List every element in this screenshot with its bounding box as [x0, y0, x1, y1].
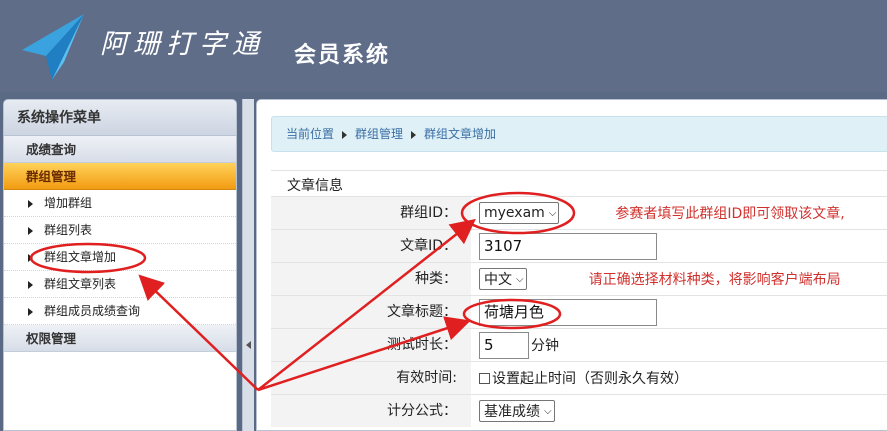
valid-time-row: 有效时间: 设置起止时间（否则永久有效） — [271, 361, 887, 394]
sidebar-group-permission-management[interactable]: 权限管理 — [4, 325, 236, 352]
group-id-hint: 参赛者填写此群组ID即可领取该文章, — [615, 206, 845, 222]
title-row: 文章标题： 荷塘月色 — [271, 295, 887, 328]
triangle-right-icon — [28, 281, 33, 289]
triangle-right-icon — [28, 200, 33, 208]
valid-time-checkbox-label[interactable]: 设置起止时间（否则永久有效） — [492, 368, 688, 388]
scoring-select[interactable]: 基准成绩 ⌵ — [479, 400, 555, 422]
category-label: 种类： — [271, 263, 471, 295]
collapse-left-icon — [246, 341, 251, 349]
article-id-input[interactable]: 3107 — [479, 232, 657, 260]
category-row: 种类： 中文 ⌵ 请正确选择材料种类，将影响客户端布局 — [271, 262, 887, 295]
article-id-label: 文章ID： — [271, 230, 471, 262]
sidebar-group-score-query[interactable]: 成绩查询 — [4, 136, 236, 163]
group-id-select[interactable]: myexam ⌵ — [479, 202, 560, 224]
sidebar-item-label: 群组文章列表 — [44, 277, 117, 291]
scoring-label: 计分公式： — [271, 395, 471, 427]
valid-time-checkbox[interactable] — [479, 372, 490, 384]
scoring-value: 基准成绩 — [484, 404, 540, 420]
sidebar-item-group-list[interactable]: 群组列表 — [4, 217, 236, 244]
app-header: 阿珊打字通 会员系统 — [0, 0, 887, 92]
sidebar-item-group-article-list[interactable]: 群组文章列表 — [4, 271, 236, 298]
group-id-value: myexam — [484, 205, 545, 221]
category-hint: 请正确选择材料种类，将影响客户端布局 — [588, 272, 841, 288]
chevron-down-icon: ⌵ — [544, 405, 552, 417]
breadcrumb-separator-icon — [411, 130, 417, 139]
title-label: 文章标题： — [271, 296, 471, 328]
sidebar-item-add-group[interactable]: 增加群组 — [4, 190, 236, 217]
group-id-row: 群组ID： myexam ⌵ 参赛者填写此群组ID即可领取该文章, — [271, 196, 887, 229]
sidebar-menu: 系统操作菜单 成绩查询 群组管理 增加群组 群组列表 群组文章增加 群组文章列表… — [3, 99, 237, 431]
sidebar-item-label: 群组文章增加 — [44, 250, 117, 264]
section-title: 文章信息 — [271, 170, 887, 196]
brand-name: 阿珊打字通 — [100, 29, 265, 60]
sidebar-group-group-management[interactable]: 群组管理 — [4, 163, 236, 190]
chevron-down-icon: ⌵ — [548, 207, 557, 219]
sidebar-item-label: 增加群组 — [44, 196, 93, 210]
breadcrumb-separator-icon — [342, 130, 348, 139]
sidebar-item-add-group-article[interactable]: 群组文章增加 — [4, 244, 236, 271]
triangle-right-icon — [28, 254, 33, 262]
breadcrumb-level2: 群组文章增加 — [424, 127, 497, 141]
breadcrumb-level1[interactable]: 群组管理 — [355, 127, 403, 141]
scoring-row: 计分公式： 基准成绩 ⌵ — [271, 394, 887, 427]
article-form: 文章信息 群组ID： myexam ⌵ 参赛者填写此群组ID即可领取该文章, 文… — [271, 170, 887, 427]
duration-row: 测试时长： 5 分钟 — [271, 328, 887, 361]
triangle-right-icon — [28, 227, 33, 235]
sidebar-item-label: 群组列表 — [44, 223, 93, 237]
article-id-row: 文章ID： 3107 — [271, 229, 887, 262]
sidebar-title: 系统操作菜单 — [4, 100, 236, 136]
sidebar-item-label: 群组成员成绩查询 — [44, 304, 141, 318]
category-value: 中文 — [484, 272, 512, 288]
title-input[interactable]: 荷塘月色 — [479, 298, 657, 326]
paper-plane-logo-icon — [22, 14, 84, 80]
valid-time-label: 有效时间: — [271, 362, 471, 394]
main-content: 当前位置 群组管理 群组文章增加 文章信息 群组ID： myexam ⌵ 参赛者填写… — [256, 99, 887, 431]
system-title: 会员系统 — [294, 43, 391, 68]
sidebar-collapse-handle[interactable] — [242, 99, 254, 431]
duration-label: 测试时长： — [271, 329, 471, 361]
sidebar-item-member-score-query[interactable]: 群组成员成绩查询 — [4, 298, 236, 325]
breadcrumb: 当前位置 群组管理 群组文章增加 — [271, 116, 887, 152]
duration-unit: 分钟 — [531, 338, 559, 354]
group-id-label: 群组ID： — [271, 197, 471, 229]
triangle-right-icon — [28, 308, 33, 316]
chevron-down-icon: ⌵ — [516, 273, 524, 285]
category-select[interactable]: 中文 ⌵ — [479, 268, 527, 290]
duration-input[interactable]: 5 — [479, 331, 529, 359]
breadcrumb-current: 当前位置 — [286, 127, 335, 141]
